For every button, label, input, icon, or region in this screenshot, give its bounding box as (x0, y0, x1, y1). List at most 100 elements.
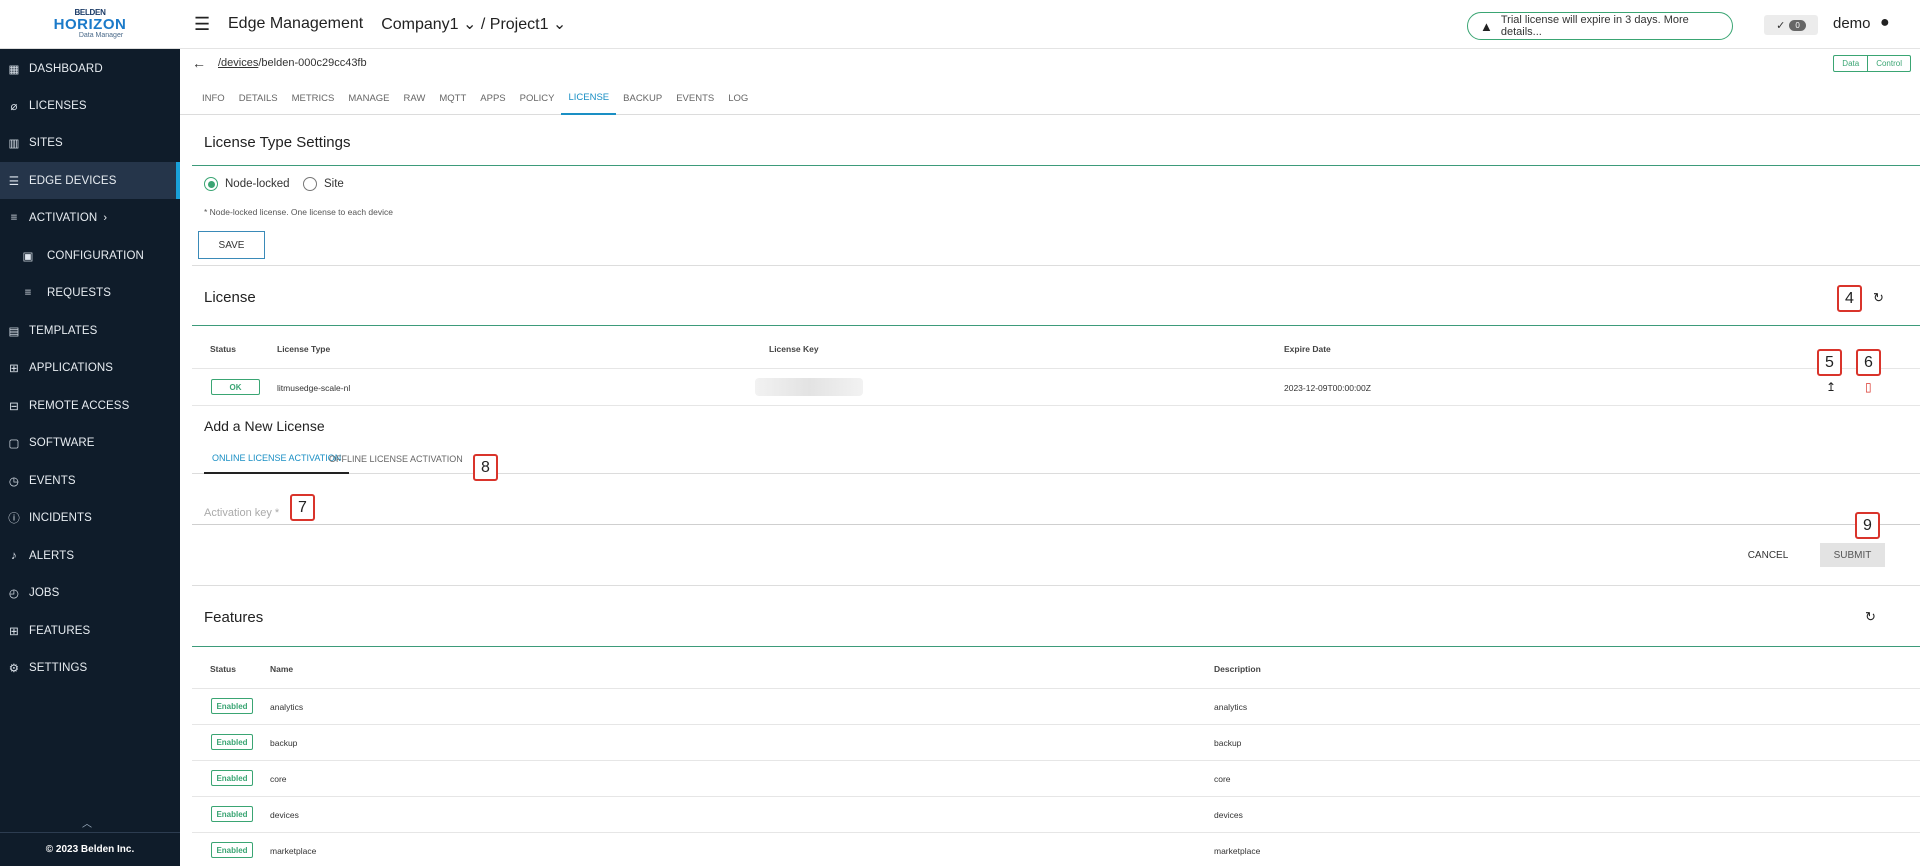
breadcrumb: /devices/belden-000c29cc43fb (218, 57, 367, 69)
delete-icon[interactable]: ▯ (1865, 380, 1872, 394)
notifications-button[interactable]: ✓ 0 (1764, 15, 1818, 35)
dashboard-icon: ▦ (8, 63, 20, 76)
paperclip-icon: ⌀ (10, 100, 18, 113)
radio-site[interactable]: Site (303, 177, 344, 191)
configuration-icon: ▣ (22, 250, 34, 263)
check-icon: ✓ (1776, 19, 1786, 32)
status-badge: Enabled (211, 698, 253, 714)
notification-count: 0 (1789, 19, 1806, 31)
activation-key-input[interactable] (192, 501, 1920, 525)
sidebar-item-software[interactable]: ▢ SOFTWARE (0, 424, 180, 461)
sidebar-item-label: JOBS (29, 586, 60, 599)
submit-button[interactable]: SUBMIT (1820, 543, 1885, 567)
tab-metrics[interactable]: METRICS (285, 83, 342, 115)
callout-4: 4 (1837, 285, 1862, 312)
row-divider (192, 832, 1920, 833)
data-control-toggle[interactable]: Data Control (1833, 55, 1911, 72)
chevron-up-icon[interactable]: ︿ (82, 815, 92, 830)
sidebar-footer: © 2023 Belden Inc. (0, 832, 180, 866)
breadcrumb-row: ← /devices/belden-000c29cc43fb Data Cont… (180, 49, 1920, 77)
menu-icon[interactable]: ☰ (194, 14, 214, 35)
radio-node-locked[interactable]: Node-locked (204, 177, 290, 191)
tab-offline-activation[interactable]: OFFLINE LICENSE ACTIVATION (329, 443, 463, 474)
sidebar-item-sites[interactable]: ▥ SITES (0, 124, 180, 161)
sidebar-item-label: REQUESTS (47, 286, 112, 299)
sidebar-item-applications[interactable]: ⊞ APPLICATIONS (0, 349, 180, 386)
tab-mqtt[interactable]: MQTT (432, 83, 473, 115)
column-header-description: Description (1214, 664, 1261, 674)
column-header-license-key: License Key (769, 344, 819, 354)
feature-description: core (1214, 774, 1231, 784)
tab-info[interactable]: INFO (195, 83, 232, 115)
logo-line-3: Data Manager (78, 31, 124, 39)
row-divider (192, 760, 1920, 761)
row-divider (192, 368, 1920, 369)
license-key-redacted (755, 378, 863, 396)
sidebar-item-licenses[interactable]: ⌀ LICENSES (0, 87, 180, 124)
refresh-icon[interactable]: ↻ (1873, 290, 1884, 306)
section-divider (192, 585, 1920, 586)
brand-logo[interactable]: BELDEN HORIZON Data Manager (0, 0, 180, 49)
callout-5: 5 (1817, 349, 1842, 376)
project-selector[interactable]: Company1 ⌄ / Project1 ⌄ (381, 14, 566, 34)
status-badge: Enabled (211, 734, 253, 750)
user-name[interactable]: demo (1833, 15, 1871, 32)
section-divider (192, 165, 1920, 166)
callout-9: 9 (1855, 512, 1880, 539)
user-account-icon[interactable]: ● (1880, 14, 1890, 32)
tab-raw[interactable]: RAW (397, 83, 433, 115)
feature-description: analytics (1214, 702, 1248, 712)
tab-license[interactable]: LICENSE (561, 83, 617, 115)
sidebar: BELDEN HORIZON Data Manager ▦ DASHBOARD ⌀… (0, 0, 180, 866)
sidebar-item-configuration[interactable]: ▣ CONFIGURATION (0, 237, 180, 274)
tab-online-activation[interactable]: ONLINE LICENSE ACTIVATION (204, 443, 350, 474)
sidebar-item-jobs[interactable]: ◴ JOBS (0, 574, 180, 611)
tab-backup[interactable]: BACKUP (616, 83, 669, 115)
warning-icon: ▲ (1480, 18, 1493, 34)
sidebar-item-activation[interactable]: ≡ ACTIVATION › (0, 199, 180, 236)
sidebar-item-settings[interactable]: ⚙ SETTINGS (0, 649, 180, 686)
callout-7: 7 (290, 494, 315, 521)
gear-icon: ⚙ (8, 662, 20, 675)
control-mode-button[interactable]: Control (1867, 56, 1910, 71)
callout-8: 8 (473, 454, 498, 481)
cancel-button[interactable]: CANCEL (1743, 543, 1793, 567)
tab-events[interactable]: EVENTS (669, 83, 721, 115)
row-divider (192, 688, 1920, 689)
refresh-icon[interactable]: ↻ (1865, 609, 1876, 625)
sidebar-item-dashboard[interactable]: ▦ DASHBOARD (0, 50, 180, 87)
sidebar-item-remote-access[interactable]: ⊟ REMOTE ACCESS (0, 387, 180, 424)
sidebar-item-label: INCIDENTS (29, 511, 92, 524)
top-header: ☰ Edge Management Company1 ⌄ / Project1 … (180, 0, 1920, 49)
activation-icon: ≡ (10, 211, 18, 224)
sidebar-item-templates[interactable]: ▤ TEMPLATES (0, 312, 180, 349)
radio-unchecked-icon (303, 177, 317, 191)
radio-checked-icon (204, 177, 218, 191)
tab-policy[interactable]: POLICY (513, 83, 562, 115)
tab-apps[interactable]: APPS (473, 83, 512, 115)
sidebar-item-label: EDGE DEVICES (29, 174, 117, 187)
clock-icon: ◷ (8, 475, 20, 488)
sidebar-item-edge-devices[interactable]: ☰ EDGE DEVICES (0, 162, 180, 199)
tab-details[interactable]: DETAILS (232, 83, 285, 115)
status-badge: Enabled (211, 842, 253, 858)
sidebar-item-label: SOFTWARE (29, 436, 95, 449)
back-arrow-icon[interactable]: ← (192, 55, 206, 71)
data-mode-button[interactable]: Data (1834, 56, 1867, 71)
tab-log[interactable]: LOG (721, 83, 755, 115)
sidebar-item-incidents[interactable]: ⓘ INCIDENTS (0, 499, 180, 536)
sidebar-item-alerts[interactable]: ♪ ALERTS (0, 537, 180, 574)
sidebar-item-requests[interactable]: ≡ REQUESTS (0, 274, 180, 311)
trial-license-banner[interactable]: ▲ Trial license will expire in 3 days. M… (1467, 12, 1733, 40)
breadcrumb-devices-link[interactable]: /devices (218, 57, 258, 69)
save-button[interactable]: SAVE (198, 231, 265, 259)
app-title: Edge Management (228, 15, 364, 32)
column-header-expire-date: Expire Date (1284, 344, 1331, 354)
sidebar-item-label: CONFIGURATION (47, 249, 144, 262)
upload-icon[interactable]: ↥ (1826, 380, 1836, 394)
tab-manage[interactable]: MANAGE (341, 83, 396, 115)
column-header-status: Status (210, 664, 236, 674)
sidebar-item-features[interactable]: ⊞ FEATURES (0, 612, 180, 649)
sidebar-item-label: DASHBOARD (29, 62, 103, 75)
sidebar-item-events[interactable]: ◷ EVENTS (0, 462, 180, 499)
